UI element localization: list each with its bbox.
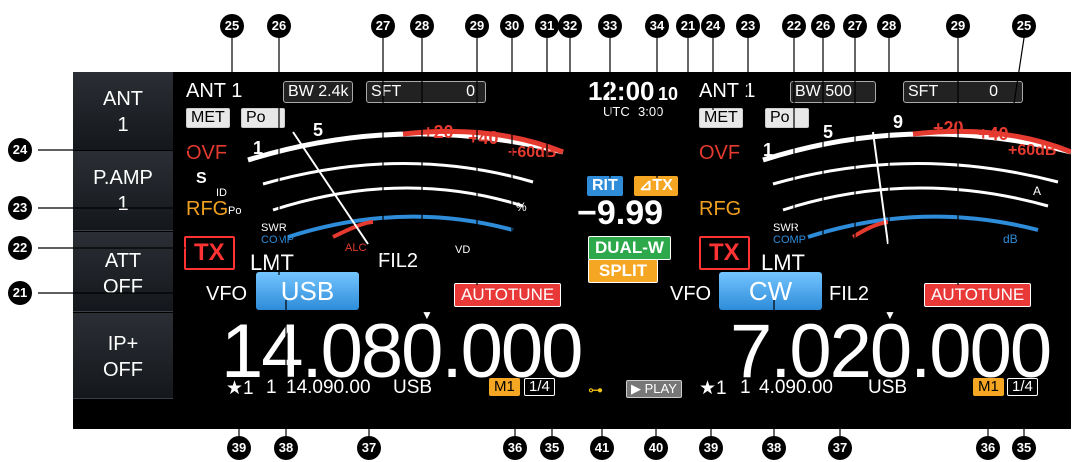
- callout-24-left: 24: [8, 138, 32, 162]
- callout-39-right: 39: [699, 436, 723, 460]
- callout-26: 26: [267, 14, 291, 38]
- callout-32: 32: [558, 14, 582, 38]
- callout-27: 27: [371, 14, 395, 38]
- callout-36-right: 36: [976, 436, 1000, 460]
- callout-21-left: 21: [8, 281, 32, 305]
- callout-31: 31: [535, 14, 559, 38]
- callout-37: 37: [357, 436, 381, 460]
- callout-22-left: 22: [8, 236, 32, 260]
- callout-39: 39: [227, 436, 251, 460]
- callout-28-right: 28: [877, 14, 901, 38]
- callout-35: 35: [540, 436, 564, 460]
- callout-26-right: 26: [811, 14, 835, 38]
- callout-38: 38: [274, 436, 298, 460]
- callout-30: 30: [500, 14, 524, 38]
- callout-28: 28: [410, 14, 434, 38]
- callout-29-right: 29: [946, 14, 970, 38]
- callout-22-top: 22: [782, 14, 806, 38]
- callout-27-right: 27: [843, 14, 867, 38]
- callout-40: 40: [644, 436, 668, 460]
- callout-37-right: 37: [828, 436, 852, 460]
- callout-35-right: 35: [1012, 436, 1036, 460]
- callout-25-right: 25: [1012, 14, 1036, 38]
- callout-34: 34: [645, 14, 669, 38]
- callout-36: 36: [503, 436, 527, 460]
- callout-29: 29: [465, 14, 489, 38]
- callout-23-top: 23: [736, 14, 760, 38]
- callout-38-right: 38: [762, 436, 786, 460]
- callout-21-top: 21: [676, 14, 700, 38]
- callout-41: 41: [590, 436, 614, 460]
- callout-33: 33: [598, 14, 622, 38]
- callout-25: 25: [220, 14, 244, 38]
- callout-23-left: 23: [8, 196, 32, 220]
- callout-lines: [38, 37, 1025, 440]
- callout-24-top: 24: [701, 14, 725, 38]
